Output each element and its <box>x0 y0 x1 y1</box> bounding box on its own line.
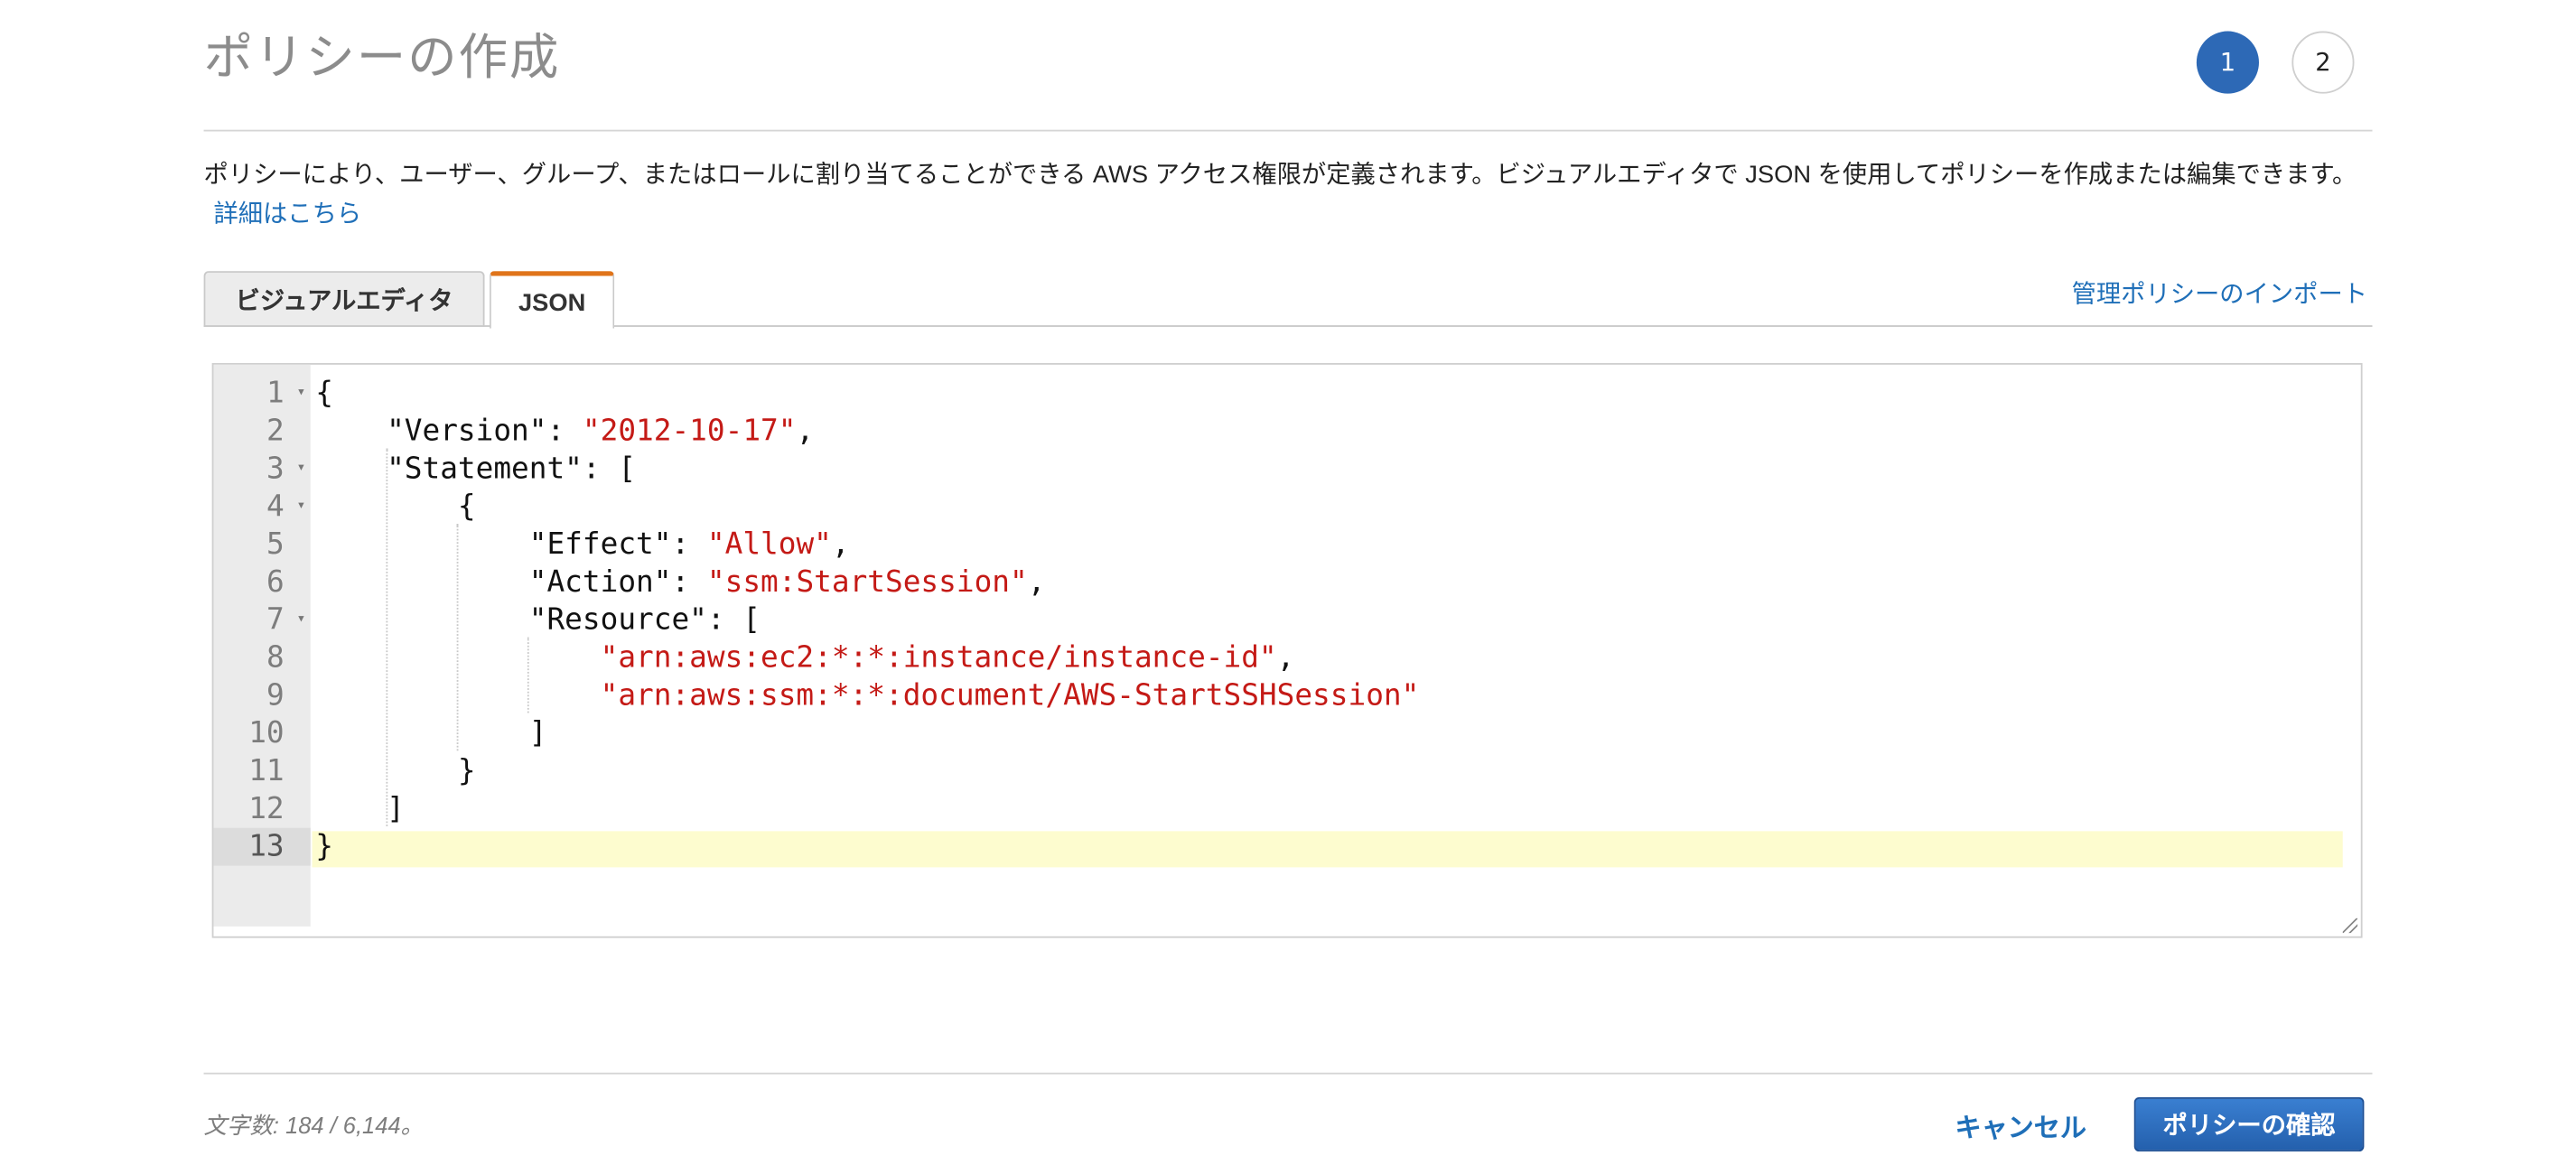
indent-guide <box>527 637 529 713</box>
code-token: ] <box>315 716 547 751</box>
review-policy-button[interactable]: ポリシーの確認 <box>2133 1097 2365 1152</box>
indent-guide <box>386 448 388 826</box>
fold-arrow-icon[interactable]: ▾ <box>296 601 305 639</box>
tab-visual-editor[interactable]: ビジュアルエディタ <box>203 271 485 327</box>
step-indicator-2: 2 <box>2291 31 2355 94</box>
string-token: "Allow" <box>706 527 832 563</box>
resize-handle[interactable] <box>2342 918 2358 934</box>
cancel-button[interactable]: キャンセル <box>1944 1101 2098 1151</box>
line-number: 12 <box>248 791 285 826</box>
import-managed-policy-link[interactable]: 管理ポリシーのインポート <box>2072 276 2367 311</box>
code-line: { <box>315 488 476 526</box>
code-line: } <box>315 828 333 866</box>
json-policy-editor[interactable]: 1 ▾ 2 3 ▾ 4 ▾ 5 6 7 ▾ 8 9 10 11 12 13 { "Version": "2012… <box>211 362 2363 938</box>
string-token: "arn:aws:ssm:*:*:document/AWS-StartSSHSe… <box>600 678 1420 713</box>
string-token: "2012-10-17" <box>582 414 797 449</box>
code-token: ] <box>315 791 405 826</box>
code-token: } <box>315 829 333 864</box>
code-token: , <box>1027 564 1046 600</box>
string-token: "ssm:StartSession" <box>706 564 1028 600</box>
code-token: "Version": <box>315 414 583 449</box>
line-number: 1 ▾ <box>266 375 306 413</box>
code-token: , <box>796 414 815 449</box>
page-title: ポリシーの作成 <box>203 29 561 88</box>
code-token: } <box>315 753 476 789</box>
fold-arrow-icon[interactable]: ▾ <box>296 488 305 526</box>
code-line: ] <box>315 714 547 752</box>
line-number: 3 ▾ <box>266 450 306 488</box>
code-line: ] <box>315 790 405 828</box>
code-line: "arn:aws:ssm:*:*:document/AWS-StartSSHSe… <box>315 676 1420 714</box>
line-number: 10 <box>248 716 285 751</box>
code-line: "Action": "ssm:StartSession", <box>315 564 1046 601</box>
fold-arrow-icon[interactable]: ▾ <box>296 450 305 488</box>
string-token: "arn:aws:ec2:*:*:instance/instance-id" <box>600 640 1277 676</box>
code-token: "Statement": [ <box>315 452 637 487</box>
code-token: "Effect": <box>315 527 707 563</box>
page-description: ポリシーにより、ユーザー、グループ、またはロールに割り当てることができる AWS… <box>204 156 2369 235</box>
line-number: 11 <box>248 753 285 789</box>
line-number: 7 ▾ <box>266 601 306 639</box>
code-line: { <box>315 375 333 413</box>
line-number: 8 <box>266 640 285 676</box>
code-line: "Statement": [ <box>315 450 636 488</box>
code-line: } <box>315 752 476 790</box>
character-count: 文字数: 184 / 6,144。 <box>203 1112 424 1139</box>
code-token: { <box>315 376 333 411</box>
learn-more-link[interactable]: 詳細はこちら <box>213 200 361 228</box>
step-indicator-1: 1 <box>2196 31 2259 94</box>
description-text: ポリシーにより、ユーザー、グループ、またはロールに割り当てることができる AWS… <box>203 161 2357 190</box>
active-line-highlight <box>312 831 2343 868</box>
code-token: { <box>315 489 476 525</box>
fold-arrow-icon[interactable]: ▾ <box>296 375 305 413</box>
indent-guide <box>456 524 459 751</box>
code-line: "Resource": [ <box>315 601 761 639</box>
line-number: 6 <box>266 564 285 600</box>
code-token: "Action": <box>315 564 707 600</box>
code-token: "Resource": [ <box>315 602 761 638</box>
code-line: "Version": "2012-10-17", <box>315 413 814 451</box>
code-line: "arn:aws:ec2:*:*:instance/instance-id", <box>315 639 1295 677</box>
header-divider <box>203 129 2373 132</box>
page: ポリシーの作成 1 2 ポリシーにより、ユーザー、グループ、またはロールに割り当… <box>0 0 2576 1165</box>
footer-divider <box>203 1072 2373 1075</box>
tab-json[interactable]: JSON <box>490 271 615 329</box>
line-number: 9 <box>266 678 285 713</box>
code-line: "Effect": "Allow", <box>315 526 850 564</box>
line-number: 13 <box>213 827 311 866</box>
code-token: , <box>831 527 850 563</box>
line-number: 2 <box>266 414 285 449</box>
line-number: 4 ▾ <box>266 488 306 526</box>
line-number: 5 <box>266 527 285 563</box>
code-token: , <box>1276 640 1295 676</box>
